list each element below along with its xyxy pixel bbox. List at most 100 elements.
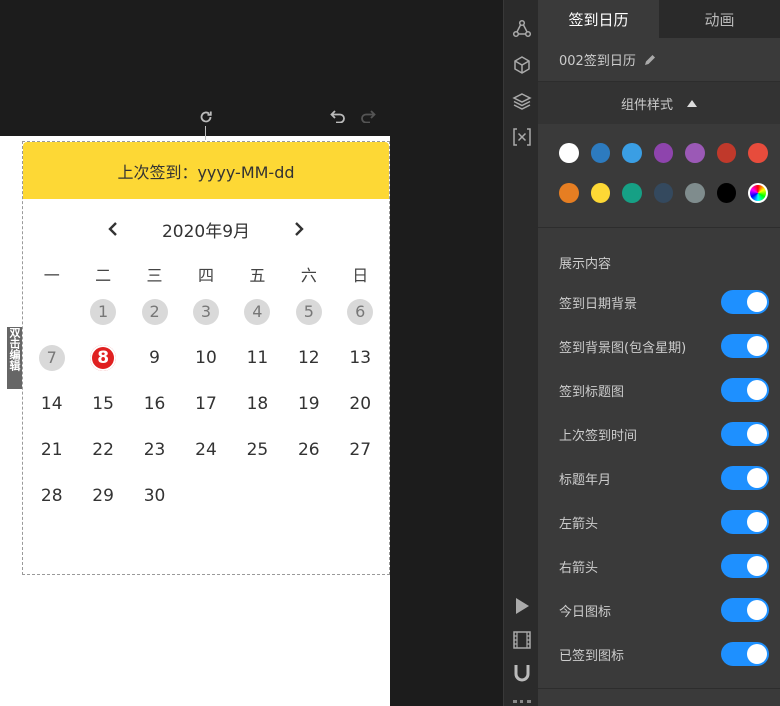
calendar-day-cell[interactable]: 20	[335, 391, 386, 417]
color-swatch[interactable]	[559, 143, 579, 163]
calendar-day-cell[interactable]: 3	[180, 299, 231, 325]
toggle-knob	[747, 468, 767, 488]
day-number: 20	[349, 394, 372, 414]
color-swatch[interactable]	[685, 143, 705, 163]
color-swatch[interactable]	[716, 183, 737, 203]
calendar-day-cell[interactable]: 13	[335, 345, 386, 371]
month-navigation: 2020年9月	[23, 199, 389, 259]
day-number: 1	[90, 299, 117, 325]
calendar-day-cell[interactable]: 26	[283, 437, 334, 463]
calendar-day-cell[interactable]: 30	[129, 483, 180, 509]
color-picker-icon[interactable]	[748, 183, 769, 203]
color-swatch[interactable]	[590, 143, 611, 163]
calendar-day-cell[interactable]: 24	[180, 437, 231, 463]
day-number: 7	[38, 345, 65, 371]
toggle-switch[interactable]	[721, 422, 769, 446]
color-swatch[interactable]	[590, 183, 611, 203]
calendar-day-cell[interactable]: 15	[77, 391, 128, 417]
more-dots-icon[interactable]	[513, 700, 531, 703]
next-month-arrow-icon[interactable]	[290, 220, 308, 238]
toggle-knob	[747, 380, 767, 400]
refresh-icon[interactable]	[197, 108, 215, 126]
calendar-day-cell[interactable]: 2	[129, 299, 180, 325]
toggle-switch[interactable]	[721, 554, 769, 578]
calendar-day-cell[interactable]: 29	[77, 483, 128, 509]
calendar-day-cell[interactable]: 21	[26, 437, 77, 463]
color-swatch[interactable]	[559, 183, 579, 203]
layers-icon[interactable]	[512, 91, 532, 111]
toggle-switch[interactable]	[721, 598, 769, 622]
undo-icon[interactable]	[329, 107, 347, 125]
tab-sign-in-calendar[interactable]: 签到日历	[538, 0, 659, 38]
calendar-day-cell[interactable]: 17	[180, 391, 231, 417]
calendar-day-cell[interactable]: 8	[77, 345, 128, 371]
calendar-day-cell[interactable]: 25	[232, 437, 283, 463]
color-swatch[interactable]	[716, 143, 737, 163]
today-day-number: 8	[90, 345, 117, 371]
calendar-day-cell[interactable]: 27	[335, 437, 386, 463]
cube-icon[interactable]	[512, 55, 532, 75]
toggle-switch[interactable]	[721, 466, 769, 490]
toggle-switch[interactable]	[721, 510, 769, 534]
component-name-row: 002签到日历	[538, 38, 780, 82]
calendar-day-cell[interactable]: 28	[26, 483, 77, 509]
calendar-week-row: 21 22 23 24 25 26 27	[26, 427, 386, 473]
calendar-day-cell[interactable]: 5	[283, 299, 334, 325]
calendar-day-cell[interactable]: 1	[77, 299, 128, 325]
day-number: 3	[192, 299, 219, 325]
tool-icon-bar	[503, 0, 538, 706]
color-swatch[interactable]	[685, 183, 705, 203]
day-number: 11	[246, 348, 269, 368]
toggle-label: 右箭头	[559, 560, 599, 576]
sign-in-calendar-widget[interactable]: 上次签到：yyyy-MM-dd 2020年9月 一二三四五六日 12345678…	[22, 141, 390, 575]
film-icon[interactable]	[512, 630, 532, 650]
toggle-switch[interactable]	[721, 334, 769, 358]
calendar-day-cell[interactable]: 12	[283, 345, 334, 371]
color-swatch[interactable]	[622, 143, 642, 163]
prev-month-arrow-icon[interactable]	[104, 220, 122, 238]
day-number: 16	[143, 394, 166, 414]
day-number: 17	[195, 394, 217, 414]
calendar-day-cell[interactable]: 11	[232, 345, 283, 371]
tab-animation[interactable]: 动画	[659, 0, 780, 38]
calendar-day-cell[interactable]: 6	[335, 299, 386, 325]
calendar-day-cell[interactable]: 23	[129, 437, 180, 463]
toggle-switch[interactable]	[721, 290, 769, 314]
pencil-icon[interactable]	[644, 54, 656, 66]
day-number: 2	[141, 299, 168, 325]
color-swatch[interactable]	[653, 183, 674, 203]
toggle-row: 已签到图标	[538, 632, 780, 676]
color-swatch[interactable]	[622, 183, 642, 203]
calendar-day-cell[interactable]: 16	[129, 391, 180, 417]
toggle-knob	[747, 292, 767, 312]
calendar-day-cell[interactable]: 18	[232, 391, 283, 417]
play-icon[interactable]	[512, 596, 532, 616]
calendar-day-cell[interactable]: 4	[232, 299, 283, 325]
weekday-label: 三	[146, 266, 163, 285]
magnet-icon[interactable]	[512, 664, 532, 684]
component-style-section-toggle[interactable]: 组件样式	[538, 82, 780, 124]
variable-icon[interactable]	[512, 127, 532, 147]
calendar-day-cell[interactable]: 22	[77, 437, 128, 463]
toggle-label: 签到日期背景	[559, 296, 638, 312]
calendar-day-cell[interactable]: 14	[26, 391, 77, 417]
toggle-switch[interactable]	[721, 642, 769, 666]
calendar-day-cell[interactable]: 9	[129, 345, 180, 371]
toggle-knob	[747, 600, 767, 620]
calendar-days-grid: 1 2 3 4 5 6 7 8 9 10 11 12 13 14 15 16 17 18 19 20 21 22 23 24 2…	[23, 289, 389, 519]
toggle-switch[interactable]	[721, 378, 769, 402]
toggle-label: 左箭头	[559, 516, 599, 532]
calendar-day-cell[interactable]: 19	[283, 391, 334, 417]
calendar-day-cell[interactable]: 10	[180, 345, 231, 371]
day-number: 12	[297, 348, 320, 368]
color-swatches	[538, 124, 780, 228]
share-nodes-icon[interactable]	[512, 19, 532, 39]
toggle-row: 今日图标	[538, 588, 780, 632]
color-swatch[interactable]	[748, 143, 769, 163]
weekday-label: 四	[197, 266, 214, 285]
day-number: 18	[246, 394, 269, 414]
redo-icon[interactable]	[359, 107, 377, 125]
color-swatch[interactable]	[653, 143, 674, 163]
calendar-day-cell[interactable]: 7	[26, 345, 77, 371]
double-click-edit-tag[interactable]: 双击编辑	[7, 327, 22, 389]
